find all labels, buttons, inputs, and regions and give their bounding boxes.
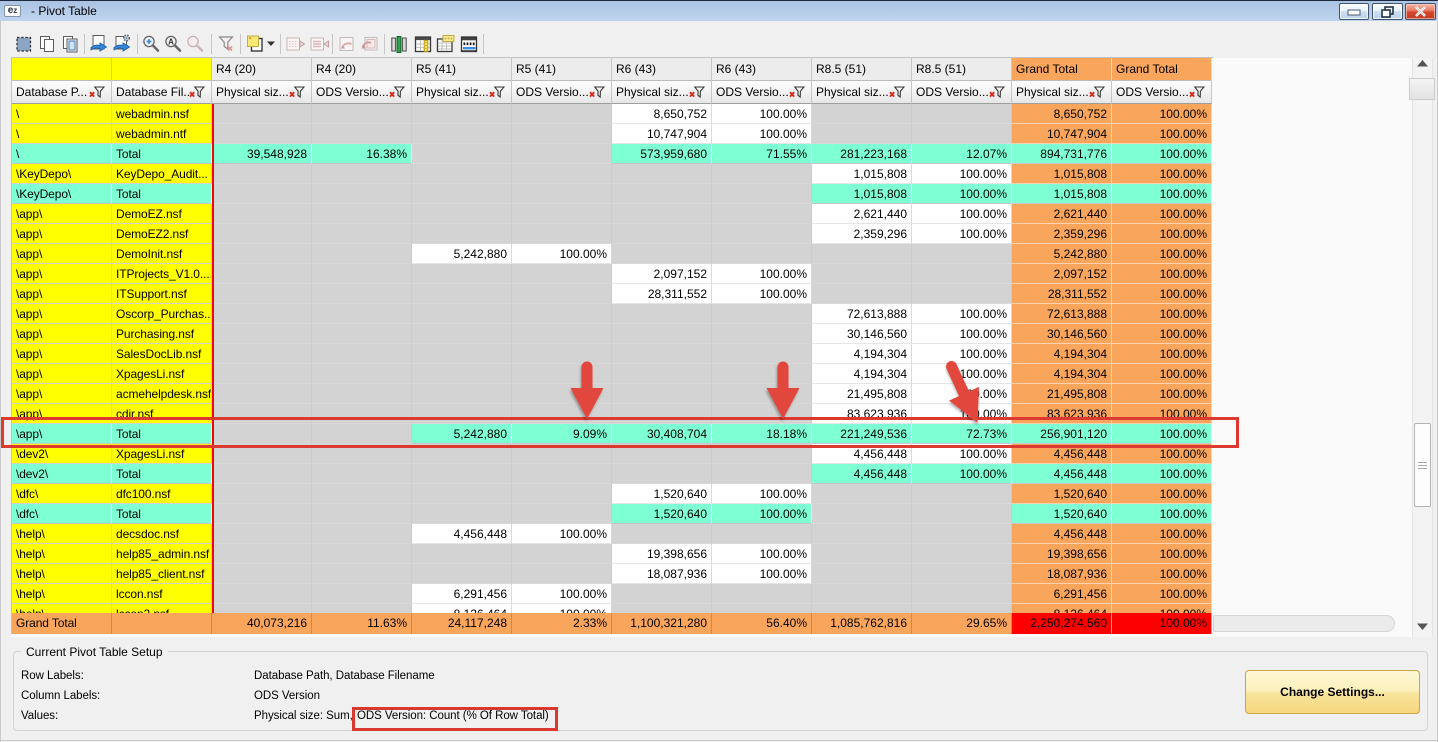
svg-text:A: A xyxy=(168,37,174,46)
